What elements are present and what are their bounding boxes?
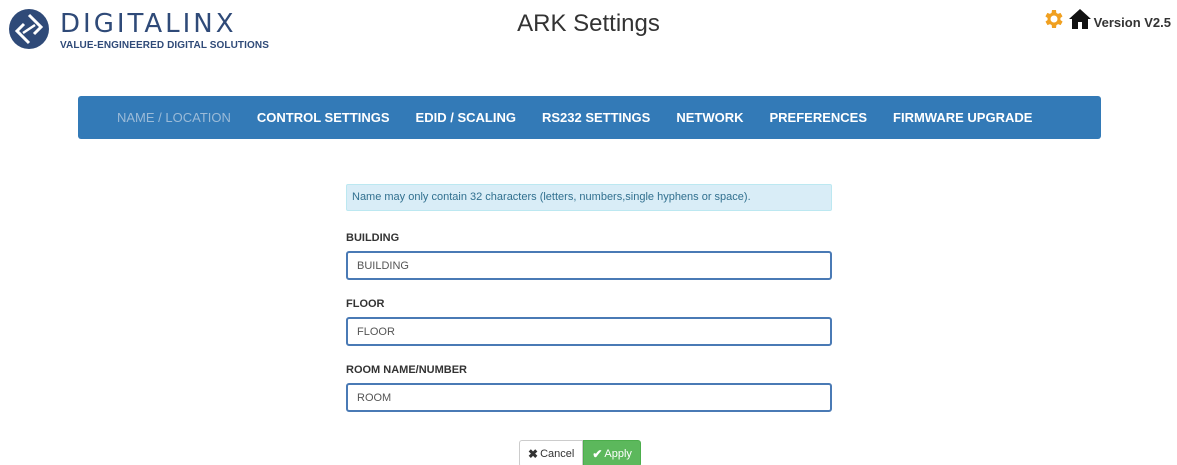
room-input[interactable] bbox=[346, 383, 832, 412]
room-label: ROOM NAME/NUMBER bbox=[346, 364, 467, 376]
nav-item-preferences[interactable]: PREFERENCES bbox=[770, 110, 868, 125]
apply-button[interactable]: ✔ Apply bbox=[583, 440, 641, 465]
check-icon: ✔ bbox=[592, 446, 603, 461]
floor-input[interactable] bbox=[346, 317, 832, 346]
home-icon[interactable] bbox=[1068, 7, 1092, 31]
brand-tagline: VALUE-ENGINEERED DIGITAL SOLUTIONS bbox=[60, 40, 269, 51]
cancel-label: Cancel bbox=[540, 447, 575, 460]
form-actions: ✖ Cancel ✔ Apply bbox=[519, 440, 641, 465]
ark-settings-page: DIGITALINX VALUE-ENGINEERED DIGITAL SOLU… bbox=[0, 0, 1177, 465]
info-notice: Name may only contain 32 characters (let… bbox=[346, 184, 832, 211]
floor-label: FLOOR bbox=[346, 298, 385, 310]
apply-label: Apply bbox=[604, 447, 632, 460]
nav-item-firmware-upgrade[interactable]: FIRMWARE UPGRADE bbox=[893, 110, 1032, 125]
close-icon: ✖ bbox=[528, 446, 539, 461]
settings-navbar: NAME / LOCATION CONTROL SETTINGS EDID / … bbox=[78, 96, 1101, 139]
cancel-button[interactable]: ✖ Cancel bbox=[519, 440, 584, 465]
page-title: ARK Settings bbox=[517, 10, 660, 37]
nav-item-edid-scaling[interactable]: EDID / SCALING bbox=[416, 110, 516, 125]
nav-item-control-settings[interactable]: CONTROL SETTINGS bbox=[257, 110, 390, 125]
building-label: BUILDING bbox=[346, 232, 400, 244]
header-actions: Version V2.5 bbox=[1042, 7, 1171, 31]
version-label: Version V2.5 bbox=[1093, 14, 1171, 30]
building-input[interactable] bbox=[346, 251, 832, 280]
nav-item-rs232-settings[interactable]: RS232 SETTINGS bbox=[542, 110, 650, 125]
nav-item-network[interactable]: NETWORK bbox=[676, 110, 743, 125]
name-location-form: Name may only contain 32 characters (let… bbox=[346, 184, 832, 412]
gear-icon[interactable] bbox=[1042, 7, 1066, 31]
nav-item-name-location[interactable]: NAME / LOCATION bbox=[117, 110, 231, 125]
